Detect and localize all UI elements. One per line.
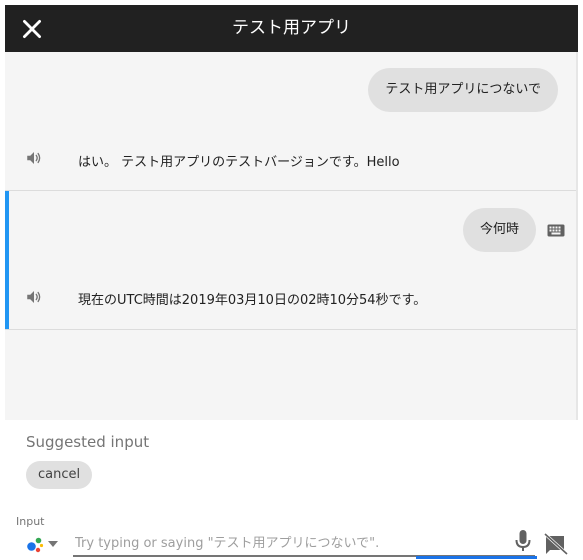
active-turn-indicator [5,191,9,329]
assistant-response: はい。 テスト用アプリのテストバージョンです。Hello [78,155,400,170]
query-input[interactable] [73,531,535,557]
suggestion-chip-cancel[interactable]: cancel [26,461,93,489]
assistant-response: 現在のUTC時間は2019年03月10日の02時10分54秒です。 [78,293,427,308]
chevron-down-icon[interactable] [48,541,58,548]
conversation-turn-active[interactable]: 今何時 現在のUTC時間は2019年03月10日の02時10分54秒です。 [5,191,576,329]
input-progress-bar [416,556,537,559]
speaker-icon[interactable] [25,288,43,306]
google-assistant-icon[interactable] [24,534,46,556]
send-disabled-icon[interactable] [544,533,568,555]
simulator-panel: テスト用アプリにつないで はい。 テスト用アプリのテストバージョンです。Hell… [5,52,578,560]
app-header: テスト用アプリ [5,5,578,52]
conversation-area[interactable]: テスト用アプリにつないで はい。 テスト用アプリのテストバージョンです。Hell… [5,52,578,420]
user-query-bubble: 今何時 [462,208,536,252]
keyboard-icon [547,224,565,237]
turn-divider [5,329,576,330]
speaker-icon[interactable] [25,149,43,167]
app-title: テスト用アプリ [232,18,351,38]
user-query-bubble: テスト用アプリにつないで [368,68,558,112]
microphone-icon[interactable] [514,529,532,553]
conversation-turn[interactable]: テスト用アプリにつないで はい。 テスト用アプリのテストバージョンです。Hell… [5,52,576,190]
suggested-input-title: Suggested input [26,433,150,451]
input-label: Input [16,515,45,528]
